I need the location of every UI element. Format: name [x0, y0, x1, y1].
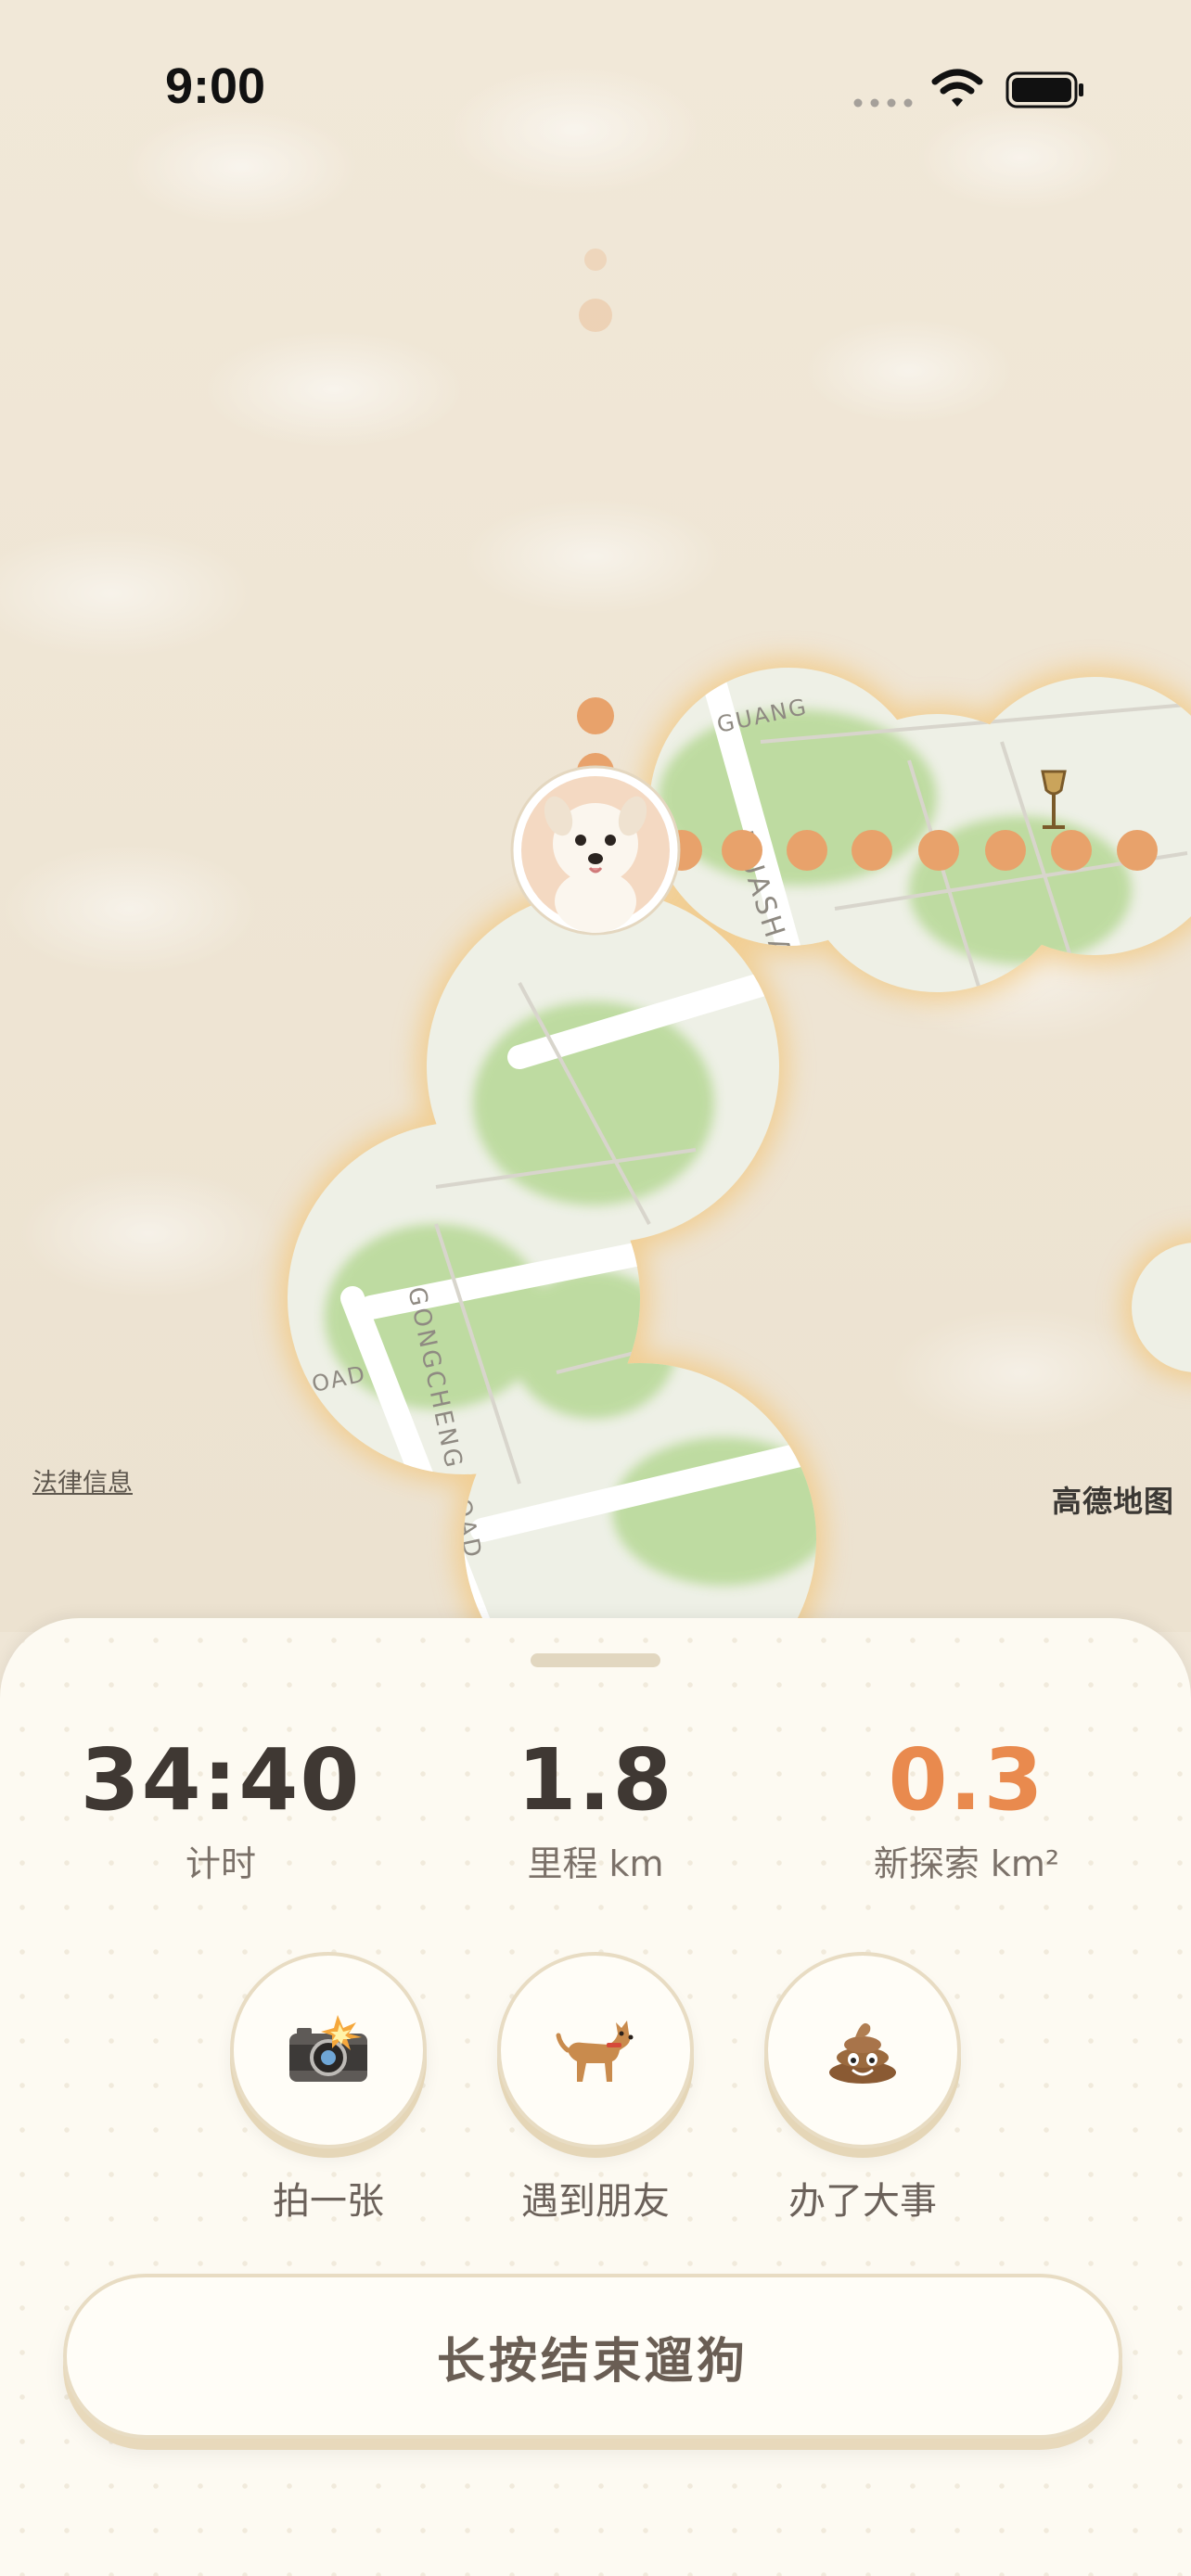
stat-time-value: 34:40	[80, 1730, 362, 1830]
stat-distance: 1.8 里程 km	[429, 1725, 762, 1888]
dog-icon	[556, 2021, 634, 2082]
street-label-yuan-west: YUAN WEST	[244, 984, 334, 1116]
stat-explored-label: 新探索 km²	[873, 1843, 1060, 1884]
take-photo-button[interactable]: 拍一张	[226, 1952, 430, 2225]
met-friend-button[interactable]: 遇到朋友	[493, 1952, 698, 2225]
camera-flash-icon	[289, 2015, 367, 2082]
take-photo-circle[interactable]	[230, 1952, 427, 2149]
explored-area-overlay: HUASHAN ROAD GONGCHENG ROAD GUANG YUAN W…	[244, 249, 1191, 1632]
end-walk-button[interactable]: 长按结束遛狗	[63, 2274, 1122, 2439]
did-business-button[interactable]: 办了大事	[761, 1952, 965, 2225]
cellular-signal-icon	[853, 98, 913, 108]
battery-icon	[1005, 71, 1083, 108]
end-walk-label: 长按结束遛狗	[436, 2333, 749, 2390]
poop-icon	[829, 2022, 896, 2084]
sheet-grabber[interactable]	[531, 1653, 660, 1667]
legal-info-link[interactable]: 法律信息	[32, 1462, 133, 1498]
stat-distance-label: 里程 km	[527, 1843, 664, 1884]
met-friend-label: 遇到朋友	[521, 2180, 670, 2223]
met-friend-circle[interactable]	[497, 1952, 694, 2149]
did-business-label: 办了大事	[788, 2180, 937, 2223]
stat-time: 34:40 计时	[54, 1725, 388, 1888]
screen: HUASHAN ROAD GONGCHENG ROAD GUANG YUAN W…	[0, 0, 1191, 2576]
stat-explored-value: 0.3	[888, 1730, 1045, 1830]
stat-distance-value: 1.8	[517, 1730, 674, 1830]
stat-time-label: 计时	[185, 1843, 256, 1884]
map-provider-logo: 高德地图	[1051, 1484, 1174, 1519]
stat-explored: 0.3 新探索 km²	[800, 1725, 1133, 1888]
status-time: 9:00	[165, 58, 266, 114]
wifi-icon	[931, 69, 983, 107]
did-business-circle[interactable]	[764, 1952, 961, 2149]
status-bar: 9:00	[0, 0, 1191, 139]
map-view[interactable]: HUASHAN ROAD GONGCHENG ROAD GUANG YUAN W…	[0, 0, 1191, 1632]
dog-avatar-marker[interactable]	[510, 765, 681, 936]
take-photo-label: 拍一张	[273, 2180, 384, 2223]
